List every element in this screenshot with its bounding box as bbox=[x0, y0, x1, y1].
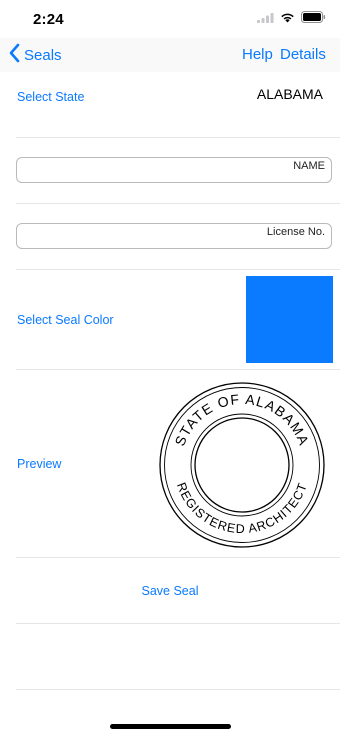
help-button[interactable]: Help bbox=[242, 46, 273, 63]
details-button[interactable]: Details bbox=[280, 46, 326, 63]
state-value: ALABAMA bbox=[256, 86, 323, 102]
row-separator bbox=[16, 689, 340, 690]
status-icons bbox=[257, 10, 326, 28]
preview-label: Preview bbox=[17, 457, 62, 471]
name-field-container bbox=[16, 154, 332, 183]
seal-color-swatch[interactable] bbox=[246, 276, 333, 363]
battery-icon bbox=[301, 10, 326, 28]
back-button-label: Seals bbox=[24, 46, 62, 64]
row-separator bbox=[16, 557, 340, 558]
select-state-button[interactable]: Select State bbox=[17, 90, 84, 104]
row-separator bbox=[16, 623, 340, 624]
seal-bottom-text: REGISTERED ARCHITECT bbox=[174, 481, 310, 536]
select-seal-color-button[interactable]: Select Seal Color bbox=[17, 313, 114, 327]
license-field-container bbox=[16, 220, 332, 249]
signal-icon bbox=[257, 10, 274, 28]
back-button[interactable]: Seals bbox=[8, 43, 62, 67]
chevron-left-icon bbox=[8, 43, 20, 67]
row-separator bbox=[16, 137, 340, 138]
row-separator bbox=[16, 203, 340, 204]
save-seal-button[interactable]: Save Seal bbox=[0, 584, 340, 598]
seal-preview: STATE OF ALABAMA REGISTERED ARCHITECT bbox=[159, 382, 325, 548]
license-field[interactable] bbox=[23, 220, 325, 244]
status-time: 2:24 bbox=[33, 11, 64, 28]
wifi-icon bbox=[280, 10, 295, 28]
home-indicator bbox=[110, 724, 231, 729]
name-field[interactable] bbox=[23, 154, 325, 178]
row-separator bbox=[16, 369, 340, 370]
row-separator bbox=[16, 269, 340, 270]
